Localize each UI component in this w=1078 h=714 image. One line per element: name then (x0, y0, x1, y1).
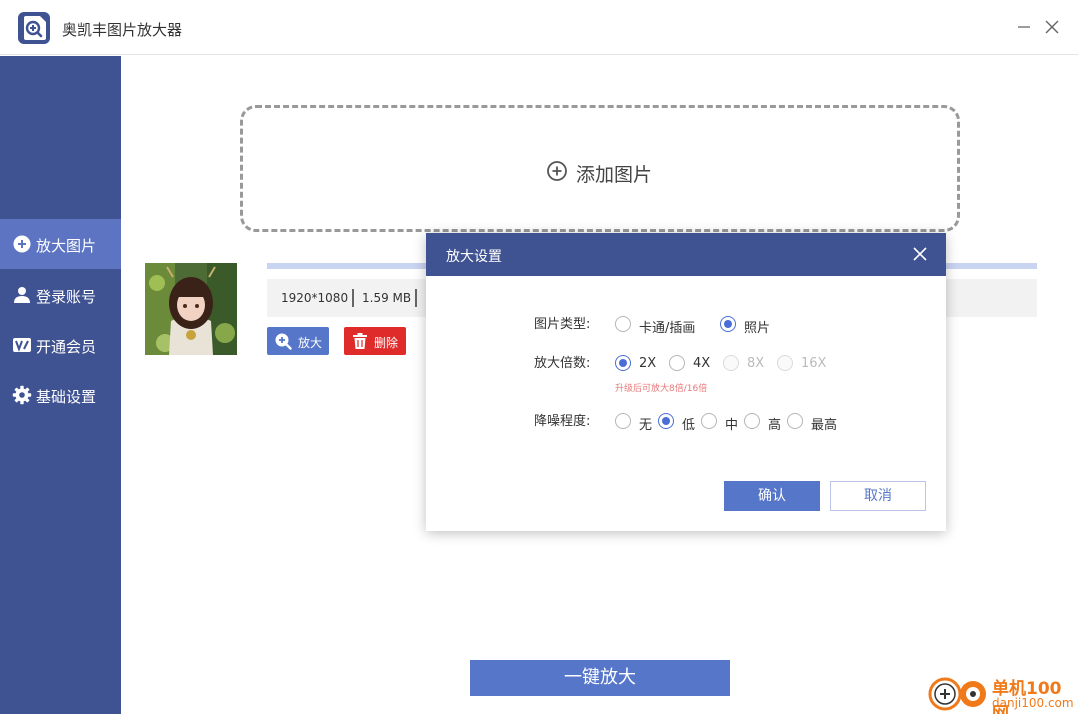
option-4x-label: 4X (693, 356, 711, 371)
confirm-button[interactable]: 确认 (724, 481, 820, 511)
radio-scale-2x[interactable] (615, 355, 631, 371)
image-thumbnail (145, 263, 237, 355)
sidebar-item-login[interactable]: 登录账号 (0, 270, 121, 320)
radio-scale-8x[interactable] (723, 355, 739, 371)
app-logo-icon (18, 12, 50, 44)
option-cartoon-label: 卡通/插画 (639, 321, 696, 336)
info-divider (352, 289, 354, 307)
close-window-button[interactable] (1041, 16, 1063, 38)
image-file-size: 1.59 MB (362, 291, 412, 305)
gear-icon (12, 385, 32, 405)
radio-denoise-medium[interactable] (701, 413, 717, 429)
upgrade-hint: 升级后可放大8倍/16倍 (615, 384, 708, 394)
sidebar-item-vip[interactable]: 开通会员 (0, 320, 121, 370)
one-click-enlarge-button[interactable]: 一键放大 (470, 660, 730, 696)
add-image-dropzone[interactable]: 添加图片 (240, 105, 960, 232)
sidebar: 放大图片 登录账号 开通会员 基础设置 (0, 56, 121, 714)
option-denoise-high-label: 高 (768, 418, 782, 433)
denoise-label: 降噪程度: (534, 414, 591, 429)
radio-scale-16x[interactable] (777, 355, 793, 371)
delete-button-label: 删除 (374, 336, 399, 350)
delete-image-button[interactable]: 删除 (344, 327, 406, 355)
radio-denoise-max[interactable] (787, 413, 803, 429)
vip-icon (13, 338, 31, 352)
radio-denoise-low[interactable] (658, 413, 674, 429)
option-8x-label: 8X (747, 356, 765, 371)
zoom-button-label: 放大 (298, 336, 323, 350)
site-watermark: 单机100网 danji100.com (928, 672, 1078, 714)
radio-cartoon[interactable] (615, 316, 631, 332)
image-type-label: 图片类型: (534, 317, 591, 332)
plus-circle-icon (13, 235, 31, 253)
option-16x-label: 16X (801, 356, 827, 371)
enlarge-settings-dialog: 放大设置 图片类型: 卡通/插画 照片 放大倍数: 2X 4X 8X 16X 升… (426, 233, 946, 531)
app-title: 奥凯丰图片放大器 (62, 21, 183, 39)
dialog-close-button[interactable] (910, 244, 930, 264)
portrait-thumbnail-image (145, 263, 237, 355)
option-denoise-max-label: 最高 (811, 418, 838, 433)
minimize-icon (1018, 26, 1030, 28)
close-icon (913, 247, 927, 261)
sidebar-item-settings[interactable]: 基础设置 (0, 370, 121, 420)
radio-denoise-high[interactable] (744, 413, 760, 429)
cancel-button[interactable]: 取消 (830, 481, 926, 511)
minimize-button[interactable] (1013, 16, 1035, 38)
zoom-image-button[interactable]: 放大 (267, 327, 329, 355)
radio-photo[interactable] (720, 316, 736, 332)
sidebar-item-label: 登录账号 (36, 288, 97, 306)
radio-denoise-none[interactable] (615, 413, 631, 429)
user-icon (14, 287, 30, 303)
trash-icon (353, 333, 367, 349)
option-denoise-none-label: 无 (639, 418, 653, 433)
watermark-logo-icon (928, 677, 986, 711)
image-resolution: 1920*1080 (281, 291, 349, 305)
info-divider (415, 289, 417, 307)
radio-scale-4x[interactable] (669, 355, 685, 371)
option-denoise-low-label: 低 (682, 418, 696, 433)
title-bar: 奥凯丰图片放大器 (0, 0, 1078, 55)
sidebar-item-label: 放大图片 (36, 237, 97, 255)
sidebar-item-enlarge[interactable]: 放大图片 (0, 219, 121, 269)
add-image-label: 添加图片 (576, 164, 653, 186)
close-icon (1045, 20, 1059, 34)
add-circle-icon (547, 161, 567, 181)
option-2x-label: 2X (639, 356, 657, 371)
watermark-text-en: danji100.com (992, 696, 1074, 710)
option-photo-label: 照片 (744, 321, 771, 336)
dialog-title: 放大设置 (446, 249, 502, 265)
sidebar-item-label: 开通会员 (36, 338, 97, 356)
sidebar-item-label: 基础设置 (36, 388, 97, 406)
zoom-in-icon (275, 333, 292, 350)
option-denoise-medium-label: 中 (725, 418, 739, 433)
dialog-header: 放大设置 (426, 233, 946, 276)
scale-label: 放大倍数: (534, 356, 591, 371)
